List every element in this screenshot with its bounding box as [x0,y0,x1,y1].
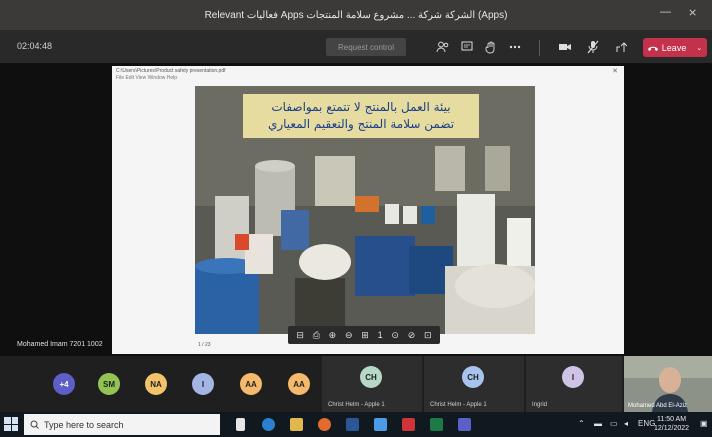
pdf-control-reset-icon[interactable]: ⊘ [408,330,416,341]
pdf-control-grid-icon[interactable]: ⊞ [361,330,369,341]
slide-caption-line-2: تضمن سلامة المنتج والتعقيم المعياري [267,117,455,131]
participant-tile-avatar: CH [360,366,382,388]
participant-avatar-aa-1[interactable]: AA [240,373,262,395]
search-icon [30,420,39,429]
teams-meeting-window: Relevant فعاليات Apps الشركة شركة ... مش… [0,0,712,437]
participant-tile[interactable]: CH Christ Helm - Apple 1 [322,356,422,412]
word-icon[interactable] [346,418,359,431]
slide-caption: بيئة العمل بالمنتج لا تتمتع بمواصفات تضم… [243,94,479,138]
shared-screen-stage: C:\Users\Pictures\Product safety present… [0,64,712,356]
participants-icon[interactable] [434,38,452,56]
tray-chevron-icon[interactable]: ⌃ [578,419,585,428]
microphone-muted-icon[interactable] [584,38,602,56]
chat-icon[interactable] [458,38,476,56]
toolbar-divider [539,40,540,56]
camera-off-icon[interactable] [556,38,574,56]
participant-avatar-na[interactable]: NA [145,373,167,395]
title-bar: Relevant فعاليات Apps الشركة شركة ... مش… [0,0,712,30]
participant-tile-name: Christ Helm - Apple 1 [328,402,385,408]
volume-icon[interactable]: ◂ [624,419,628,428]
powerpoint-icon[interactable] [402,418,415,431]
overflow-participants-badge[interactable]: +4 [53,373,75,395]
file-explorer-icon[interactable] [290,418,303,431]
participant-tile[interactable]: I Ingrid [526,356,622,412]
participant-tile-name: Christ Helm - Apple 1 [430,402,487,408]
share-tray-icon[interactable] [612,38,630,56]
task-view-icon[interactable] [236,418,245,431]
pdf-control-page-field[interactable]: 1 [378,330,383,340]
participant-tile-avatar: I [562,366,584,388]
pdf-control-zoom-out-icon[interactable]: ⊖ [345,330,353,341]
shared-doc-close-icon: ✕ [612,68,618,75]
windows-start-icon[interactable] [4,417,18,431]
participant-avatar-aa-2[interactable]: AA [288,373,310,395]
meeting-toolbar: 02:04:48 Request control Leave ⌄ [0,30,712,64]
battery-icon[interactable]: ▭ [610,419,618,428]
slide-caption-line-1: بيئة العمل بالمنتج لا تتمتع بمواصفات [271,100,451,114]
leave-label: Leave [661,42,687,53]
firefox-icon[interactable] [318,418,331,431]
participant-tile-name: Ingrid [532,402,548,408]
taskbar-clock[interactable]: 11:50 AM 12/12/2022 [654,415,689,433]
clock-time: 11:50 AM [656,416,687,423]
close-window-button[interactable]: ⨯ [688,6,697,19]
pdf-control-print-icon[interactable]: ⎙ [313,330,320,341]
excel-icon[interactable] [430,418,443,431]
chevron-down-icon: ⌄ [696,44,703,52]
participant-tile[interactable]: CH Christ Helm - Apple 1 [424,356,524,412]
participant-tile-avatar: CH [462,366,484,388]
store-icon[interactable] [374,418,387,431]
notifications-icon[interactable]: ▣ [700,419,708,428]
pdf-control-fullscreen-icon[interactable]: ⊡ [424,330,432,341]
pdf-control-zoom-in-icon[interactable]: ⊕ [329,330,337,341]
shared-doc-title: C:\Users\Pictures\Product safety present… [116,68,226,74]
participant-avatar-i[interactable]: I [192,373,214,395]
teams-icon[interactable] [458,418,471,431]
pdf-viewer-controls: ⊟ ⎙ ⊕ ⊖ ⊞ 1 ⊙ ⊘ ⊡ [288,326,440,344]
pdf-control-fit-icon[interactable]: ⊟ [296,330,304,341]
leave-button[interactable]: Leave ⌄ [643,38,707,57]
participant-video-tile[interactable]: Mohamed Abd El-Aziz [624,356,712,412]
minimize-button[interactable]: — [660,6,671,18]
clock-date: 12/12/2022 [654,425,690,432]
window-title: Relevant فعاليات Apps الشركة شركة ... مش… [204,9,508,21]
meeting-timer: 02:04:48 [17,41,53,51]
phone-hangup-icon [647,46,658,51]
raise-hand-icon[interactable] [482,38,500,56]
network-icon[interactable]: ▬ [594,419,602,428]
page-number: 1 / 23 [198,342,211,348]
taskbar-search-box[interactable]: Type here to search [24,414,220,435]
shared-doc-menu: File Edit View Window Help [116,75,178,81]
participant-video-name: Mohamed Abd El-Aziz [628,403,688,409]
presenter-name-label: Mohamed Imam 7201 1002 [17,341,103,348]
participant-avatar-sm[interactable]: SM [98,373,120,395]
input-language[interactable]: ENG [638,419,655,428]
taskbar-search-placeholder: Type here to search [44,419,124,430]
edge-icon[interactable] [262,418,275,431]
slide-photo: بيئة العمل بالمنتج لا تتمتع بمواصفات تضم… [195,86,535,334]
request-control-button[interactable]: Request control [326,38,406,56]
participant-gallery: +4 SM NA I AA AA CH Christ Helm - Apple … [0,356,712,412]
pdf-control-rotate-icon[interactable]: ⊙ [391,330,399,341]
windows-taskbar: Type here to search ⌃ ▬ ▭ ◂ ENG 11:50 AM… [0,412,712,437]
more-options-icon[interactable] [506,38,524,56]
